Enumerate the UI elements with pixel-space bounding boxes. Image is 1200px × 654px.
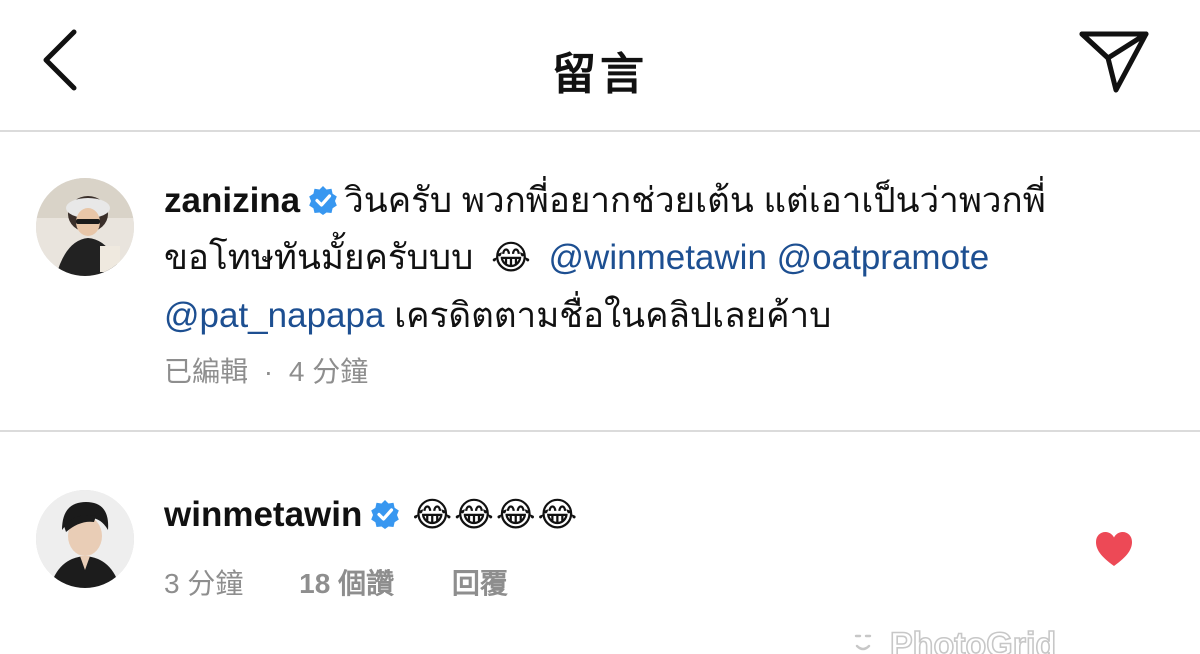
likes-count[interactable]: 18 個讚 <box>299 568 394 599</box>
avatar[interactable] <box>36 178 134 276</box>
verified-badge-icon <box>371 500 400 529</box>
comment-line-2: ขอโทษทันมั้ยครับบบ 😂 @winmetawin @oatpra… <box>164 229 1174 287</box>
avatar[interactable] <box>36 490 134 588</box>
avatar-image <box>36 490 134 588</box>
heart-filled-icon <box>1096 532 1132 566</box>
like-button[interactable] <box>1094 530 1134 568</box>
comment-text: ขอโทษทันมั้ยครับบบ <box>164 238 474 277</box>
comment-line-3: @pat_napapa เครดิตตามชื่อในคลิปเลยค้าบ <box>164 287 1174 344</box>
comment-username[interactable]: winmetawin <box>164 495 362 534</box>
mention-link[interactable]: @pat_napapa <box>164 296 384 335</box>
verified-badge-icon <box>309 186 337 215</box>
comment-meta: 已編輯 · 4 分鐘 <box>164 350 368 390</box>
camera-face-icon <box>854 634 872 651</box>
comment-time: 3 分鐘 <box>164 568 244 599</box>
comment-body: winmetawin 😂😂😂😂 <box>164 486 1064 544</box>
share-button[interactable] <box>1076 28 1152 96</box>
paper-plane-icon <box>1079 31 1149 93</box>
emoji-tears-of-joy: 😂 <box>491 239 531 277</box>
emoji-tears-of-joy: 😂😂😂😂 <box>412 496 580 534</box>
mention-link[interactable]: @winmetawin <box>549 238 767 277</box>
header-divider <box>0 130 1200 132</box>
meta-separator: · <box>263 356 274 387</box>
header: 留言 <box>0 0 1200 132</box>
comment-text: เครดิตตามชื่อในคลิปเลยค้าบ <box>394 296 832 335</box>
comment-meta: 3 分鐘 18 個讚 回覆 <box>164 562 508 602</box>
comment-line-1: zanizina วินครับ พวกพี่อยากช่วยเต้น แต่เ… <box>164 172 1174 229</box>
reply-button[interactable]: 回覆 <box>452 568 508 599</box>
avatar-image <box>36 178 134 276</box>
mention-link[interactable]: @oatpramote <box>777 238 990 277</box>
comment-time: 4 分鐘 <box>288 356 369 387</box>
comment-divider <box>0 430 1200 432</box>
comment-body: zanizina วินครับ พวกพี่อยากช่วยเต้น แต่เ… <box>164 172 1174 344</box>
edited-label: 已編輯 <box>164 356 249 387</box>
watermark-text: PhotoGrid <box>890 626 1056 654</box>
photogrid-watermark-logo: PhotoGrid <box>854 625 1057 654</box>
page-title: 留言 <box>552 50 648 99</box>
comment-text: วินครับ พวกพี่อยากช่วยเต้น แต่เอาเป็นว่า… <box>344 181 1046 220</box>
comment-username[interactable]: zanizina <box>164 181 300 220</box>
